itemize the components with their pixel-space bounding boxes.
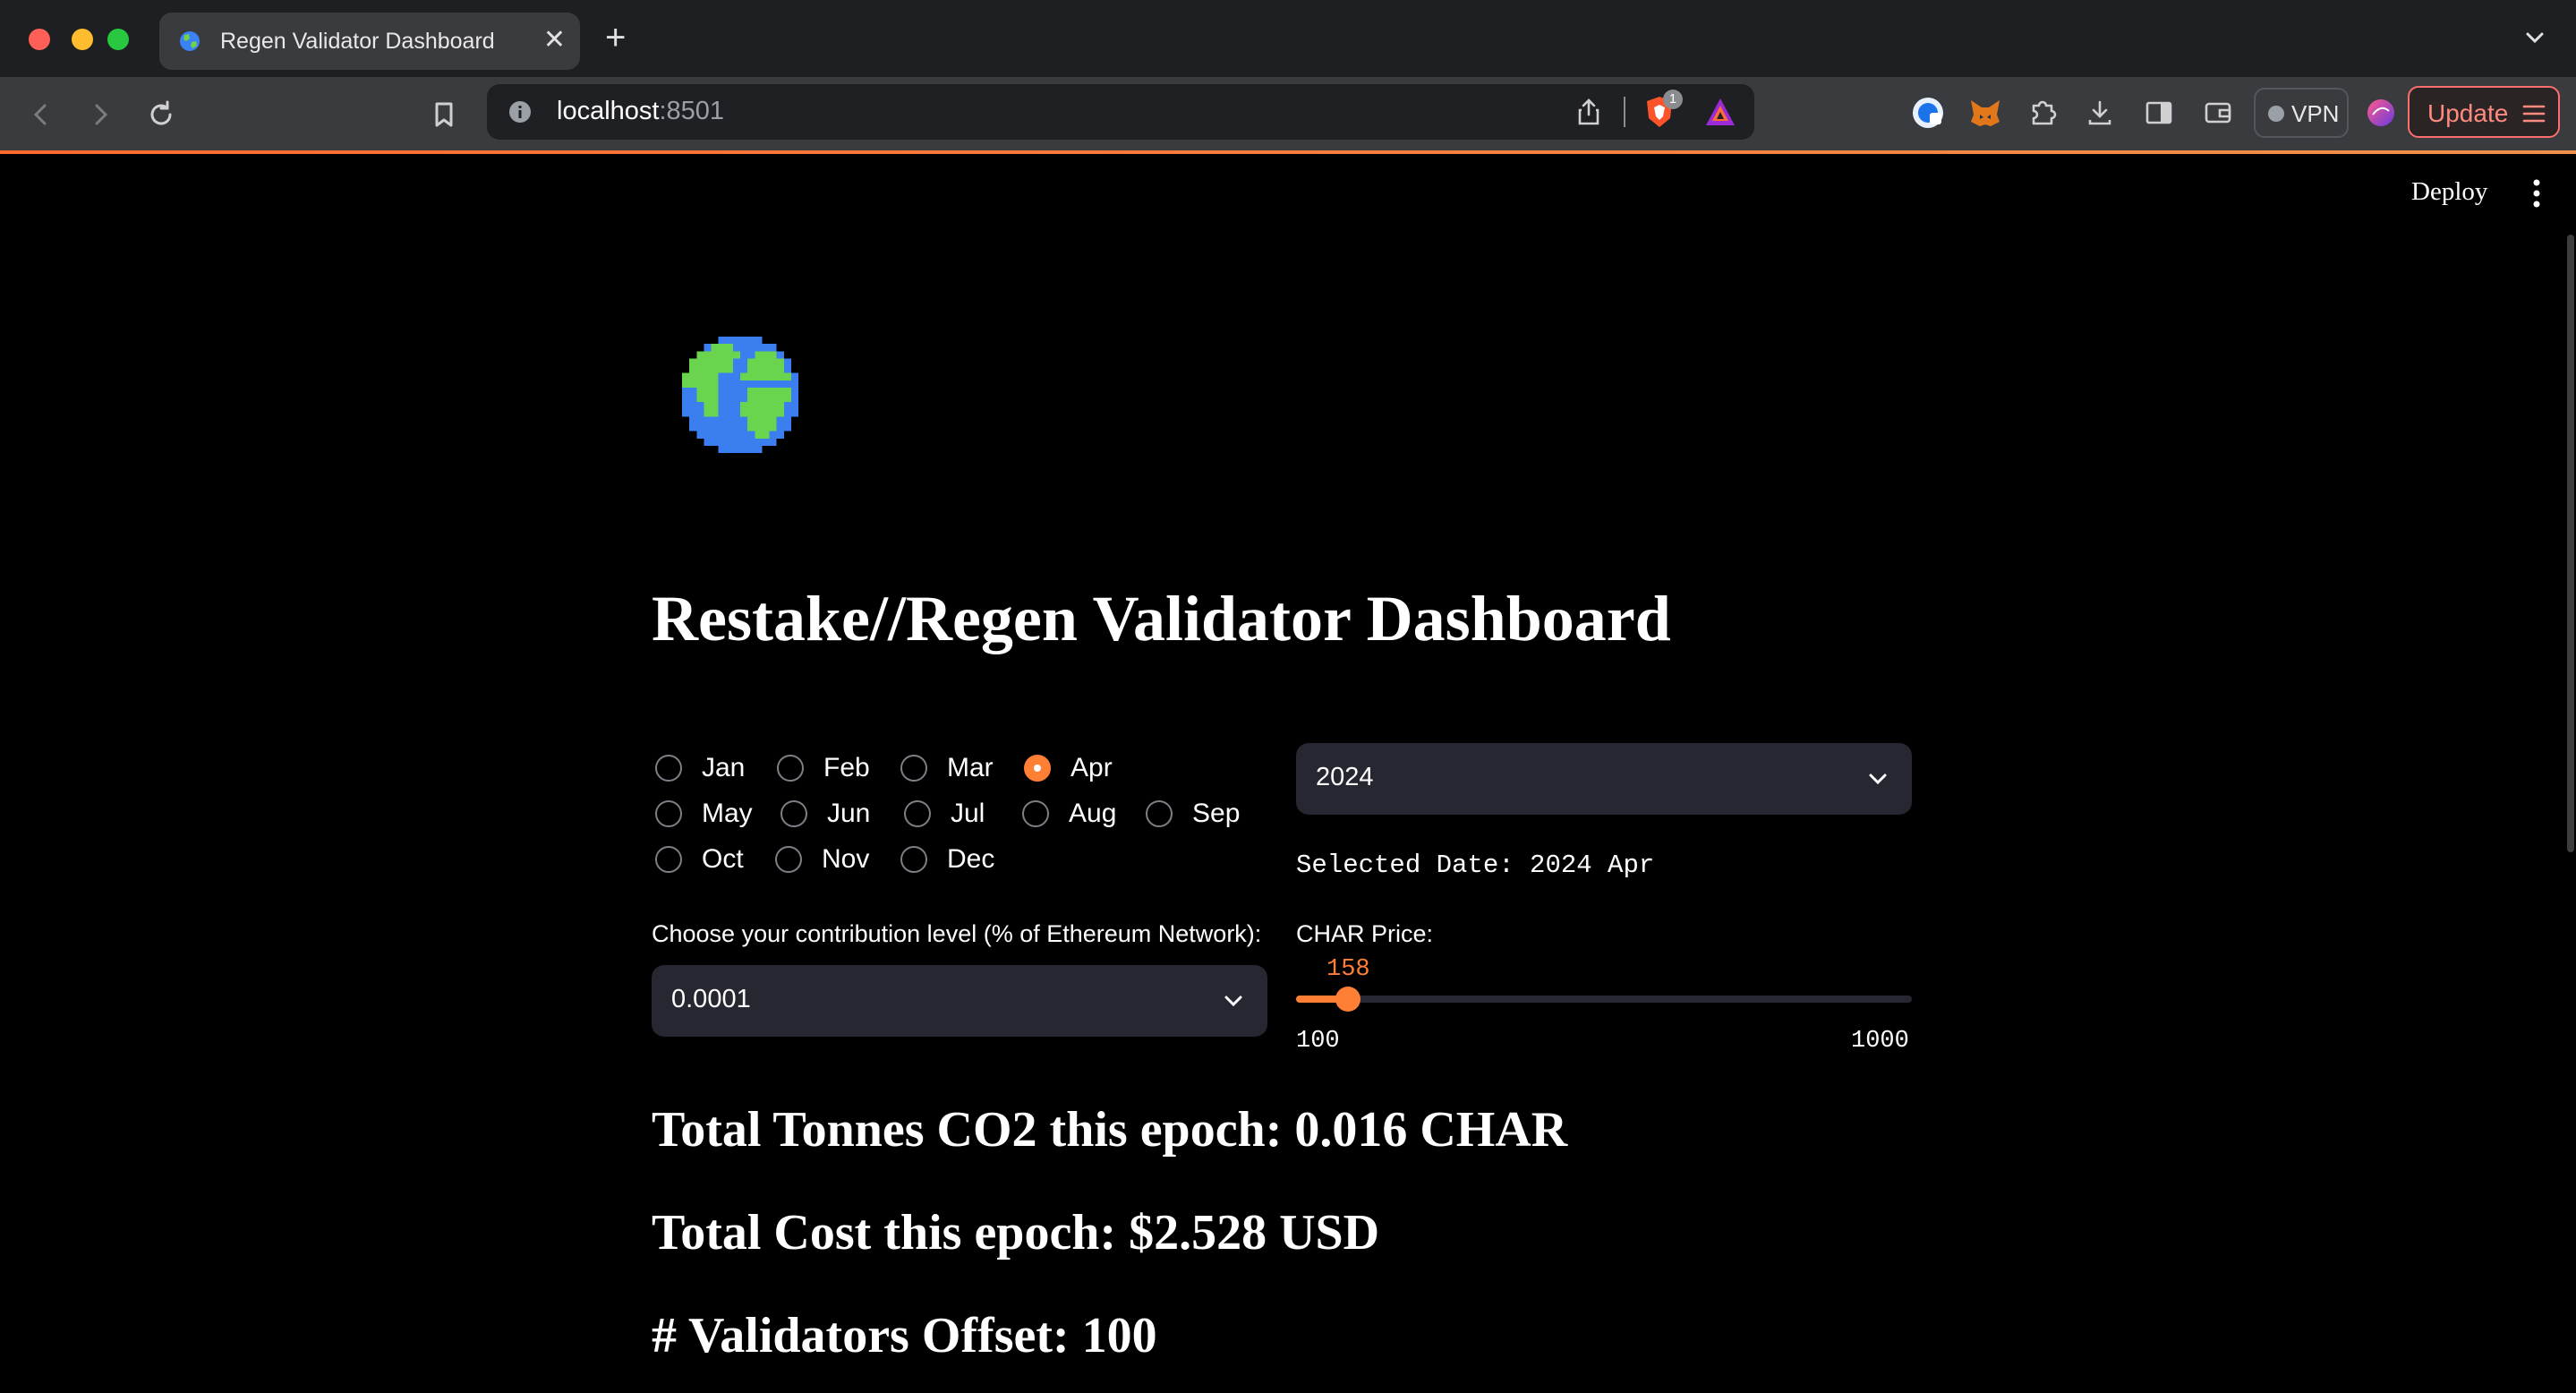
url-text[interactable]: localhost:8501 — [557, 97, 724, 126]
download-icon[interactable] — [2082, 95, 2118, 131]
radio-label: Dec — [947, 844, 995, 874]
chevron-down-icon — [1224, 996, 1242, 1007]
radio-label: Oct — [702, 844, 744, 874]
deploy-button[interactable]: Deploy — [2411, 177, 2487, 207]
radio-label: Jul — [951, 799, 985, 828]
contribution-select-value: 0.0001 — [671, 985, 751, 1013]
year-select-value: 2024 — [1316, 763, 1374, 791]
radio-label: Sep — [1192, 799, 1241, 828]
slider-current-value: 158 — [1326, 956, 1370, 983]
radio-label: Aug — [1069, 799, 1117, 828]
password-manager-icon[interactable] — [1910, 95, 1946, 131]
radio-circle[interactable] — [900, 846, 927, 873]
radio-circle[interactable] — [1022, 800, 1049, 827]
radio-label: Apr — [1070, 753, 1113, 782]
radio-circle[interactable] — [777, 755, 804, 782]
year-select[interactable]: 2024 — [1296, 743, 1912, 815]
url-port: :8501 — [659, 97, 725, 125]
vpn-label: VPN — [2291, 100, 2340, 127]
chevron-down-icon — [1869, 773, 1887, 785]
wallet-icon[interactable] — [2200, 95, 2236, 131]
earth-globe-icon — [682, 337, 798, 453]
divider — [1624, 97, 1625, 127]
radio-label: Jan — [702, 753, 746, 782]
sidebar-toggle-icon[interactable] — [2141, 95, 2177, 131]
metamask-fox-icon[interactable] — [1967, 95, 2003, 131]
radio-label: Jun — [827, 799, 871, 828]
browser-toolbar: localhost:8501 1 VPN Update — [0, 77, 2576, 152]
vpn-button[interactable]: VPN — [2254, 88, 2349, 138]
tab-close-icon[interactable]: ✕ — [543, 25, 566, 56]
radio-circle[interactable] — [904, 800, 931, 827]
minimize-window-button[interactable] — [72, 29, 93, 50]
more-options-icon[interactable] — [2529, 177, 2544, 209]
tab-title: Regen Validator Dashboard — [220, 29, 495, 54]
radio-circle[interactable] — [780, 800, 807, 827]
total-tonnes-heading: Total Tonnes CO2 this epoch: 0.016 CHAR — [652, 1102, 1568, 1158]
validators-offset-heading: # Validators Offset: 100 — [652, 1308, 1157, 1363]
forward-icon[interactable] — [82, 97, 118, 132]
browser-tab-strip: Regen Validator Dashboard ✕ + — [0, 0, 2576, 77]
radio-label: Mar — [947, 753, 994, 782]
globe-favicon-icon — [180, 31, 200, 51]
radio-circle[interactable] — [655, 800, 682, 827]
update-button[interactable]: Update — [2408, 86, 2560, 138]
reload-icon[interactable] — [143, 97, 179, 132]
page-title: Restake//Regen Validator Dashboard — [652, 583, 1671, 654]
radio-circle[interactable] — [655, 755, 682, 782]
radio-label: Nov — [822, 844, 870, 874]
total-cost-heading: Total Cost this epoch: $2.528 USD — [652, 1205, 1380, 1261]
radio-label: May — [702, 799, 753, 828]
slider-thumb[interactable] — [1335, 987, 1361, 1012]
shields-badge: 1 — [1663, 90, 1683, 109]
vpn-status-icon — [2268, 106, 2284, 122]
radio-label: Feb — [823, 753, 870, 782]
char-price-slider[interactable] — [1296, 987, 1912, 1012]
close-window-button[interactable] — [29, 29, 50, 50]
share-icon[interactable] — [1574, 97, 1604, 127]
new-tab-button[interactable]: + — [605, 20, 626, 56]
radio-circle[interactable] — [775, 846, 802, 873]
back-icon[interactable] — [23, 97, 59, 132]
char-price-label: CHAR Price: — [1296, 920, 1434, 947]
brave-leo-icon[interactable] — [2363, 95, 2399, 131]
brave-rewards-icon[interactable] — [1704, 97, 1736, 127]
bookmark-icon[interactable] — [426, 97, 462, 132]
extensions-puzzle-icon[interactable] — [2025, 95, 2060, 131]
url-host: localhost — [557, 97, 660, 125]
address-bar[interactable]: localhost:8501 1 — [487, 84, 1754, 140]
page-scrollbar[interactable] — [2567, 235, 2574, 852]
radio-circle-selected[interactable] — [1024, 755, 1051, 782]
slider-min-label: 100 — [1296, 1028, 1340, 1055]
toolbar-accent-line — [0, 150, 2576, 154]
chevron-down-icon[interactable] — [2522, 25, 2547, 50]
radio-circle[interactable] — [1146, 800, 1173, 827]
maximize-window-button[interactable] — [107, 29, 129, 50]
contribution-label: Choose your contribution level (% of Eth… — [652, 920, 1262, 947]
contribution-select[interactable]: 0.0001 — [652, 965, 1267, 1037]
selected-date-text: Selected Date: 2024 Apr — [1296, 850, 1655, 880]
hamburger-menu-icon — [2522, 105, 2546, 123]
update-label: Update — [2427, 99, 2509, 127]
radio-circle[interactable] — [900, 755, 927, 782]
radio-circle[interactable] — [655, 846, 682, 873]
info-icon[interactable] — [507, 98, 533, 125]
slider-max-label: 1000 — [1851, 1028, 1909, 1055]
browser-tab-active[interactable]: Regen Validator Dashboard ✕ — [159, 13, 580, 70]
